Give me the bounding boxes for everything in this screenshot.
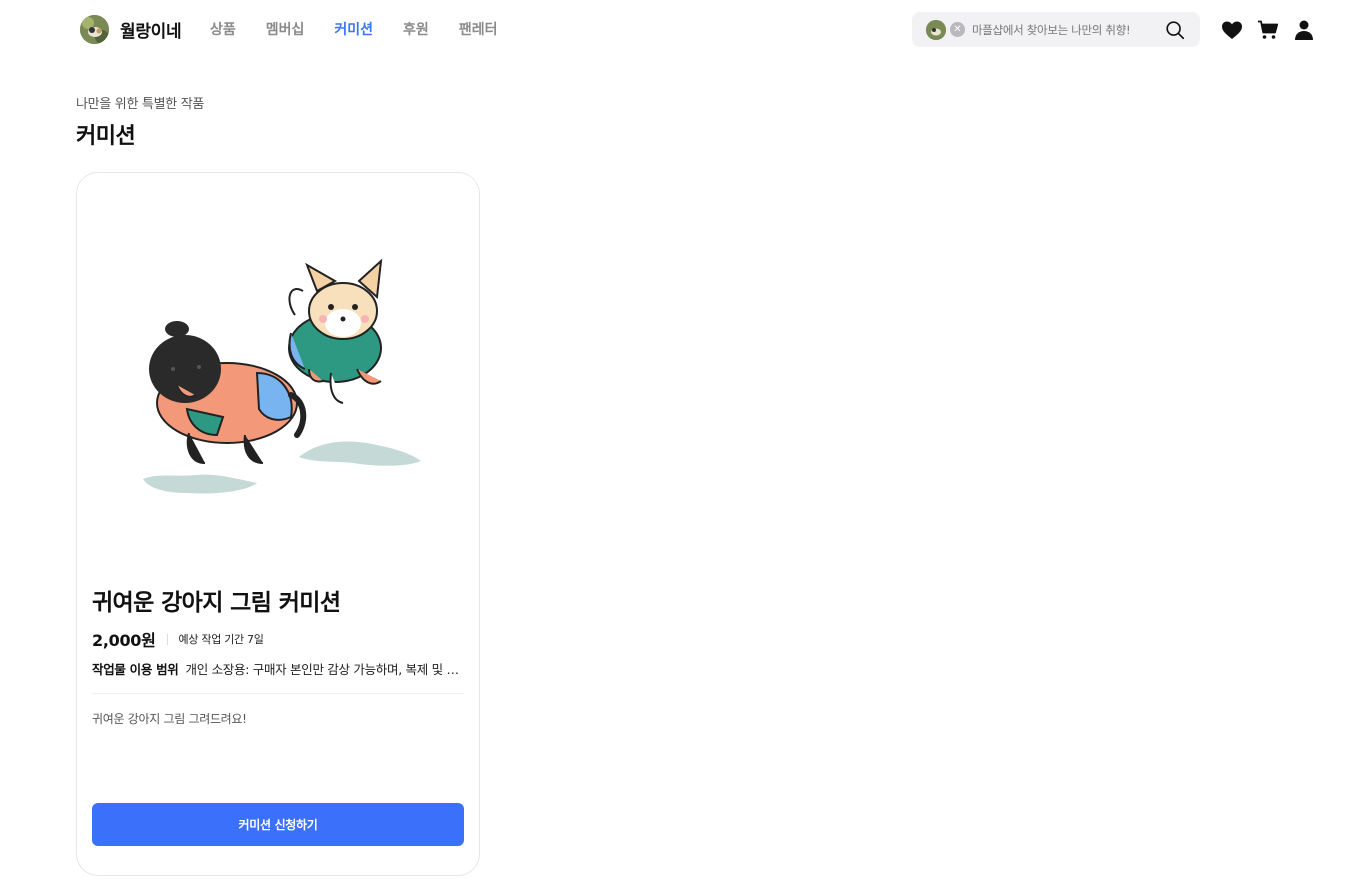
heart-icon[interactable]: [1220, 18, 1244, 42]
commission-card[interactable]: 귀여운 강아지 그림 커미션 2,000원 예상 작업 기간 7일 작업물 이용…: [76, 172, 480, 876]
work-period: 예상 작업 기간 7일: [178, 633, 264, 646]
nav-item-membership[interactable]: 멤버십: [266, 20, 305, 40]
nav-item-products[interactable]: 상품: [210, 20, 236, 40]
search-bar[interactable]: ✕ 마플샵에서 찾아보는 나만의 취향!: [912, 12, 1200, 47]
search-shop-avatar: [926, 19, 946, 40]
card-title: 귀여운 강아지 그림 커미션: [92, 590, 341, 616]
top-header: 월랑이네 상품 멤버십 커미션 후원 팬레터 ✕ 마플샵에서 찾아보는 나만의 …: [0, 0, 1347, 60]
nav-item-fanletter[interactable]: 팬레터: [459, 20, 498, 40]
price: 2,000원: [92, 631, 156, 650]
usage-label: 작업물 이용 범위: [92, 662, 179, 677]
card-description: 귀여운 강아지 그림 그려드려요!: [92, 712, 247, 726]
usage-row: 작업물 이용 범위 개인 소장용: 구매자 본인만 감상 가능하며, 복제 및 …: [92, 659, 464, 678]
shop-avatar: [80, 15, 109, 44]
search-icon[interactable]: [1164, 19, 1186, 41]
cute-dogs-illustration: [77, 173, 479, 565]
page-subtitle: 나만을 위한 특별한 작품: [76, 97, 205, 112]
cart-icon[interactable]: [1256, 18, 1280, 42]
card-divider: [92, 693, 464, 694]
nav-item-support[interactable]: 후원: [403, 20, 429, 40]
apply-commission-button[interactable]: 커미션 신청하기: [92, 803, 464, 846]
search-input[interactable]: 마플샵에서 찾아보는 나만의 취향!: [972, 22, 1142, 38]
price-row: 2,000원 예상 작업 기간 7일: [92, 627, 264, 651]
brand-name: 월랑이네: [120, 22, 182, 42]
close-circle-icon[interactable]: ✕: [950, 22, 965, 37]
shop-logo[interactable]: 월랑이네: [80, 15, 182, 44]
nav-item-commission[interactable]: 커미션: [334, 20, 373, 40]
header-icons: [1220, 18, 1328, 42]
usage-value: 개인 소장용: 구매자 본인만 감상 가능하며, 복제 및 배포는 불가합니다.: [185, 662, 464, 677]
user-icon[interactable]: [1292, 18, 1316, 42]
divider-vertical: [166, 633, 168, 645]
main-nav: 상품 멤버십 커미션 후원 팬레터: [210, 20, 527, 40]
page-title: 커미션: [76, 124, 136, 149]
